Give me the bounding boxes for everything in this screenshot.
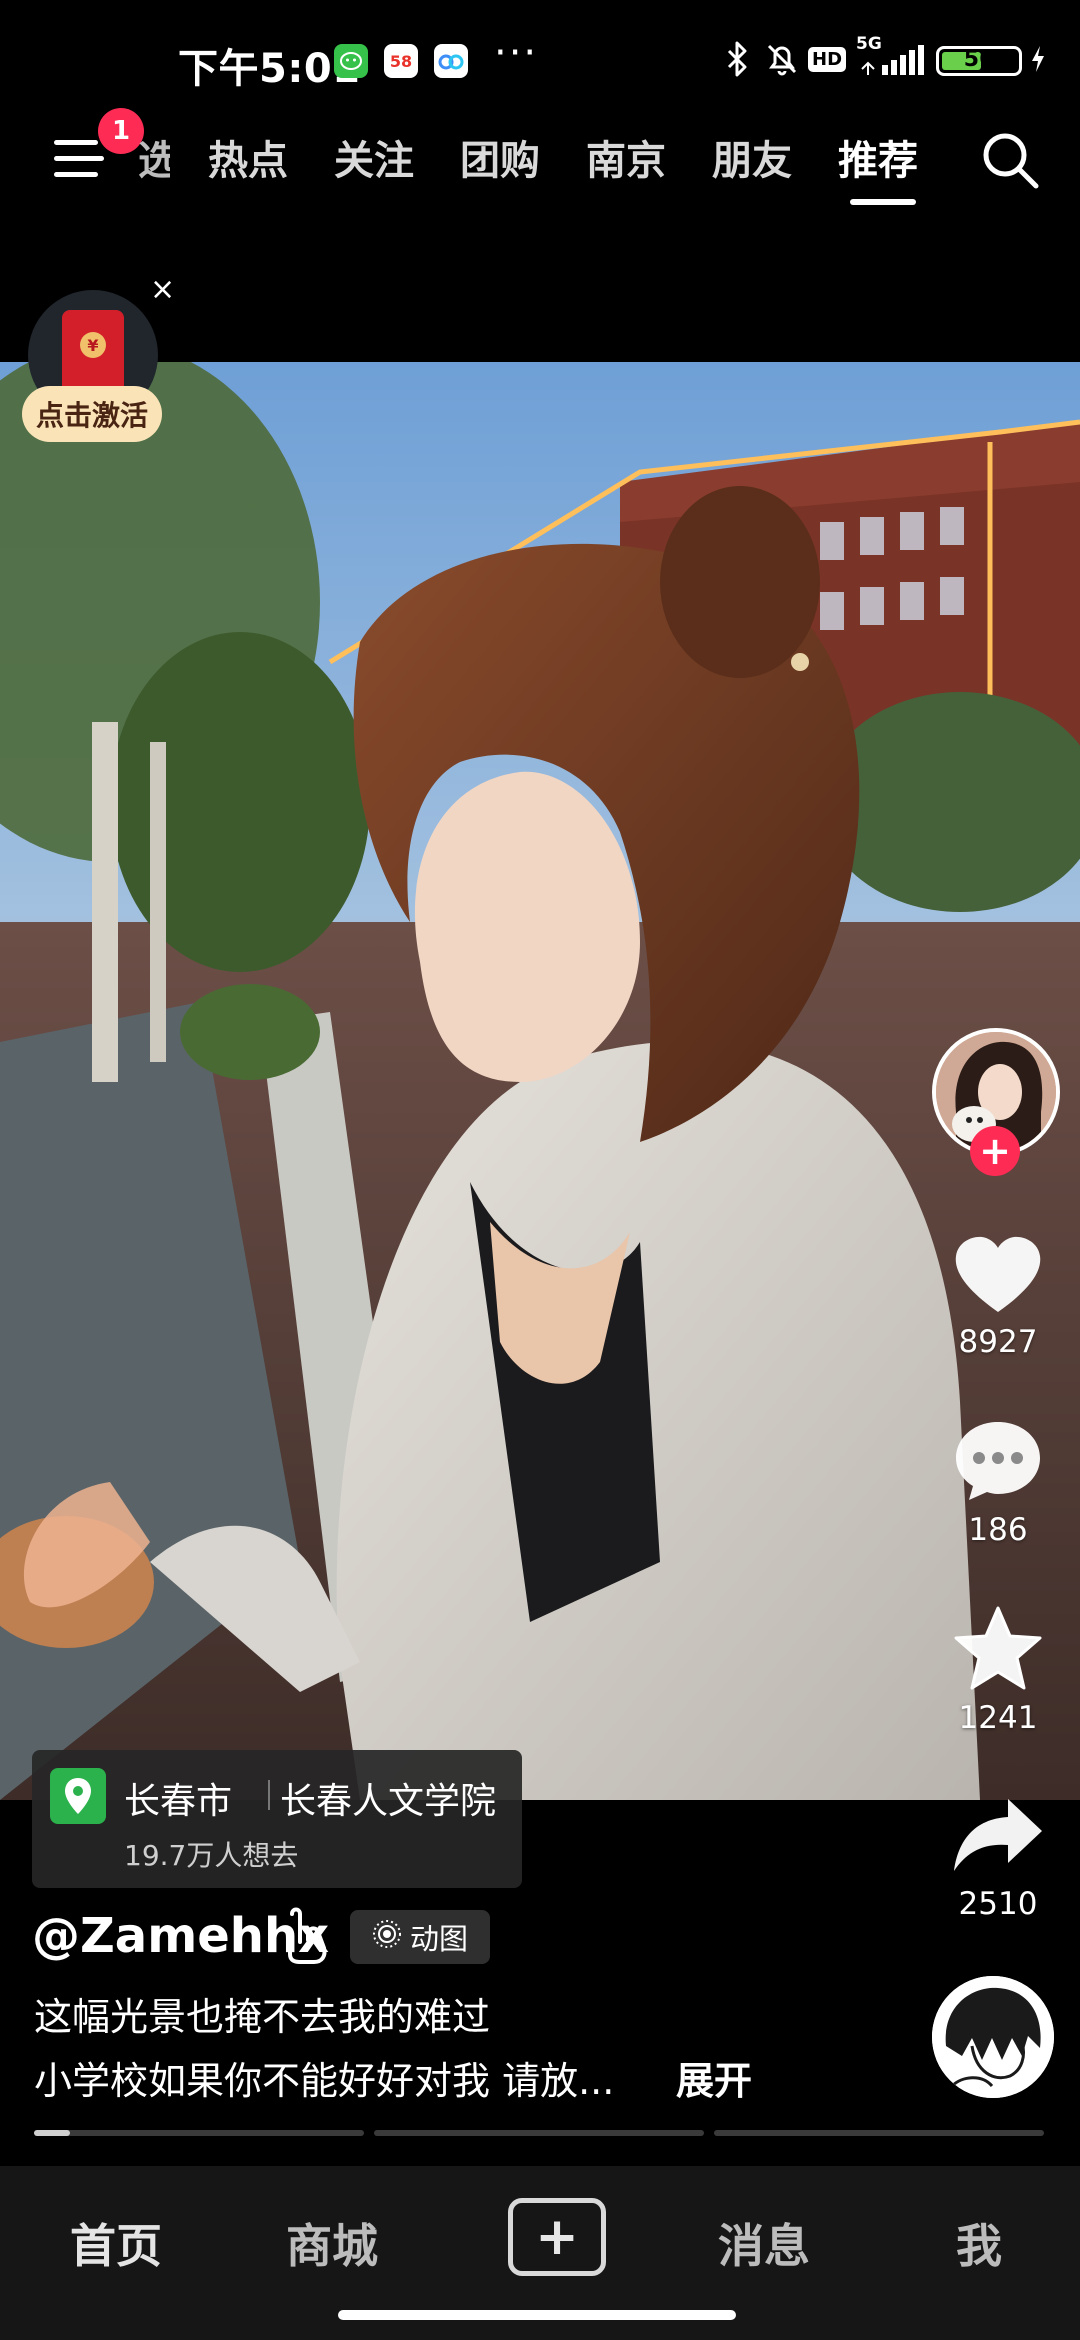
activate-button[interactable]: 点击激活 [22,386,162,442]
active-tab-indicator [850,199,916,205]
hd-icon: HD [808,38,847,80]
location-poi: 长春人文学院 [280,1781,497,1822]
nav-home[interactable]: 首页 [70,2210,162,2276]
share-arrow-icon[interactable] [948,1790,1048,1880]
comment-count: 186 [968,1512,1028,1548]
search-icon[interactable] [978,128,1042,192]
location-want-count: 19.7万人想去 [124,1839,299,1872]
like-heart-icon[interactable] [948,1230,1048,1320]
tab-following[interactable]: 关注 [334,128,414,186]
video-player[interactable] [0,362,1080,1800]
music-disc-icon[interactable] [932,1976,1054,2098]
location-divider [268,1780,270,1810]
more-notifications-icon: ··· [494,30,539,76]
tab-group-buy[interactable]: 团购 [460,128,540,186]
motion-photo-tag[interactable]: 动图 [350,1910,490,1964]
plus-icon: + [535,2207,579,2267]
location-city: 长春市 [124,1781,233,1822]
nav-mall[interactable]: 商城 [286,2210,378,2276]
tab-hot[interactable]: 热点 [208,128,288,186]
progress-fill [34,2130,70,2136]
tab-partial[interactable]: 选 [138,128,170,186]
mute-bell-icon [762,38,802,80]
nav-messages[interactable]: 消息 [718,2210,810,2276]
progress-segment-3 [714,2130,1044,2136]
baidu-netdisk-icon [434,44,468,78]
location-pin-icon [50,1768,106,1824]
nav-me[interactable]: 我 [956,2210,1002,2276]
live-photo-icon [372,1919,402,1956]
caption-line-1: 这幅光景也掩不去我的难过 [34,1995,491,2039]
progress-segment-1 [34,2130,364,2136]
follow-button[interactable]: + [970,1126,1020,1176]
signal-strength-icon [858,38,928,80]
favorite-count: 1241 [958,1700,1038,1736]
favorite-star-icon[interactable] [948,1604,1048,1694]
share-count: 2510 [958,1886,1038,1922]
progress-segment-2 [374,2130,704,2136]
charging-icon [1024,38,1052,80]
close-icon[interactable]: × [150,272,175,307]
comment-icon[interactable] [948,1416,1048,1506]
coin-icon: ¥ [80,332,106,358]
like-count: 8927 [958,1324,1038,1360]
home-indicator [338,2310,736,2320]
58-app-icon: 58 [384,44,418,78]
video-frame-image [0,362,1080,1800]
motion-photo-label: 动图 [409,1922,468,1956]
battery-indicator: 56 [936,46,1022,76]
tab-recommended[interactable]: 推荐 [838,128,918,186]
tab-friends[interactable]: 朋友 [712,128,792,186]
hand-mark-icon [278,1906,330,1966]
bluetooth-icon [722,38,752,80]
expand-caption-link[interactable]: 展开 [676,2050,752,2105]
caption-line-2: 小学校如果你不能好好对我 请放... [34,2059,615,2103]
create-button[interactable]: + [508,2198,606,2276]
tab-nanjing[interactable]: 南京 [586,128,666,186]
battery-level-text: 56 [963,47,995,72]
wechat-green-icon [334,44,368,78]
